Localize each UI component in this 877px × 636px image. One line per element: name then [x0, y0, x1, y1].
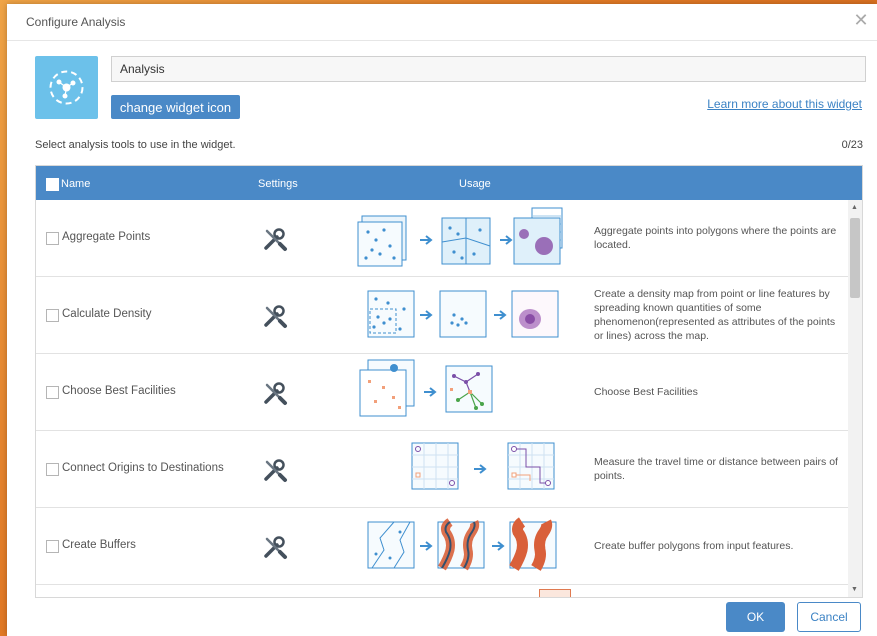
tool-description: Measure the travel time or distance betw… [594, 456, 838, 482]
table-row: Choose Best Facilities Choose Best Facil… [36, 354, 848, 431]
scroll-down-icon[interactable]: ▼ [851, 586, 858, 593]
wrench-screwdriver-icon[interactable] [260, 301, 290, 331]
connect-origins-diagram [411, 442, 555, 490]
row-checkbox[interactable] [46, 232, 59, 245]
select-all-checkbox[interactable] [46, 178, 59, 191]
tool-name: Connect Origins to Destinations [62, 462, 224, 474]
select-tools-instruction: Select analysis tools to use in the widg… [35, 139, 236, 151]
aggregate-points-diagram [357, 207, 563, 267]
table-body: Aggregate Points Aggregate points into p… [36, 200, 848, 597]
calculate-density-diagram [367, 290, 559, 338]
table-row: Connect Origins to Destinations Measure … [36, 431, 848, 508]
ok-button[interactable]: OK [726, 602, 785, 632]
tool-name: Aggregate Points [62, 231, 151, 243]
change-widget-icon-button[interactable]: change widget icon [111, 95, 240, 119]
header-name: Name [61, 178, 91, 190]
scroll-up-icon[interactable]: ▲ [851, 204, 858, 211]
choose-best-facilities-diagram [359, 359, 493, 417]
selected-count: 0/23 [841, 139, 863, 151]
analysis-tools-table: Name Settings Usage Aggregate Points Agg… [35, 165, 863, 598]
create-buffers-diagram [367, 517, 557, 571]
widget-name-input[interactable] [111, 56, 866, 82]
wrench-screwdriver-icon[interactable] [260, 224, 290, 254]
wrench-screwdriver-icon[interactable] [260, 532, 290, 562]
tool-description: Choose Best Facilities [594, 386, 698, 398]
row-checkbox[interactable] [46, 309, 59, 322]
row-checkbox[interactable] [46, 540, 59, 553]
row-checkbox[interactable] [46, 463, 59, 476]
tool-name: Calculate Density [62, 308, 152, 320]
dialog-title: Configure Analysis [26, 15, 126, 29]
table-scrollbar[interactable]: ▲ ▼ [848, 200, 862, 597]
configure-analysis-dialog: Configure Analysis ✕ change widget icon … [7, 4, 877, 636]
partial-row-icon [539, 589, 571, 597]
widget-icon [35, 56, 98, 119]
header-settings: Settings [258, 178, 298, 190]
header-usage: Usage [459, 178, 491, 190]
table-row: Create Buffers Create buffer polygons fr… [36, 508, 848, 585]
wrench-screwdriver-icon[interactable] [260, 378, 290, 408]
learn-more-link[interactable]: Learn more about this widget [707, 97, 862, 111]
wrench-screwdriver-icon[interactable] [260, 455, 290, 485]
tool-description: Create a density map from point or line … [594, 288, 836, 342]
table-row: Aggregate Points Aggregate points into p… [36, 200, 848, 277]
analysis-icon [49, 70, 84, 105]
dialog-titlebar: Configure Analysis ✕ [7, 4, 877, 41]
tool-description: Aggregate points into polygons where the… [594, 225, 837, 251]
table-row [36, 585, 848, 597]
close-icon[interactable]: ✕ [851, 10, 871, 30]
cancel-button[interactable]: Cancel [797, 602, 861, 632]
row-checkbox[interactable] [46, 386, 59, 399]
table-header: Name Settings Usage [36, 166, 862, 200]
tool-name: Choose Best Facilities [62, 385, 176, 397]
tool-description: Create buffer polygons from input featur… [594, 540, 794, 552]
table-row: Calculate Density Create a density map f… [36, 277, 848, 354]
tool-name: Create Buffers [62, 539, 136, 551]
scroll-thumb[interactable] [850, 218, 860, 298]
